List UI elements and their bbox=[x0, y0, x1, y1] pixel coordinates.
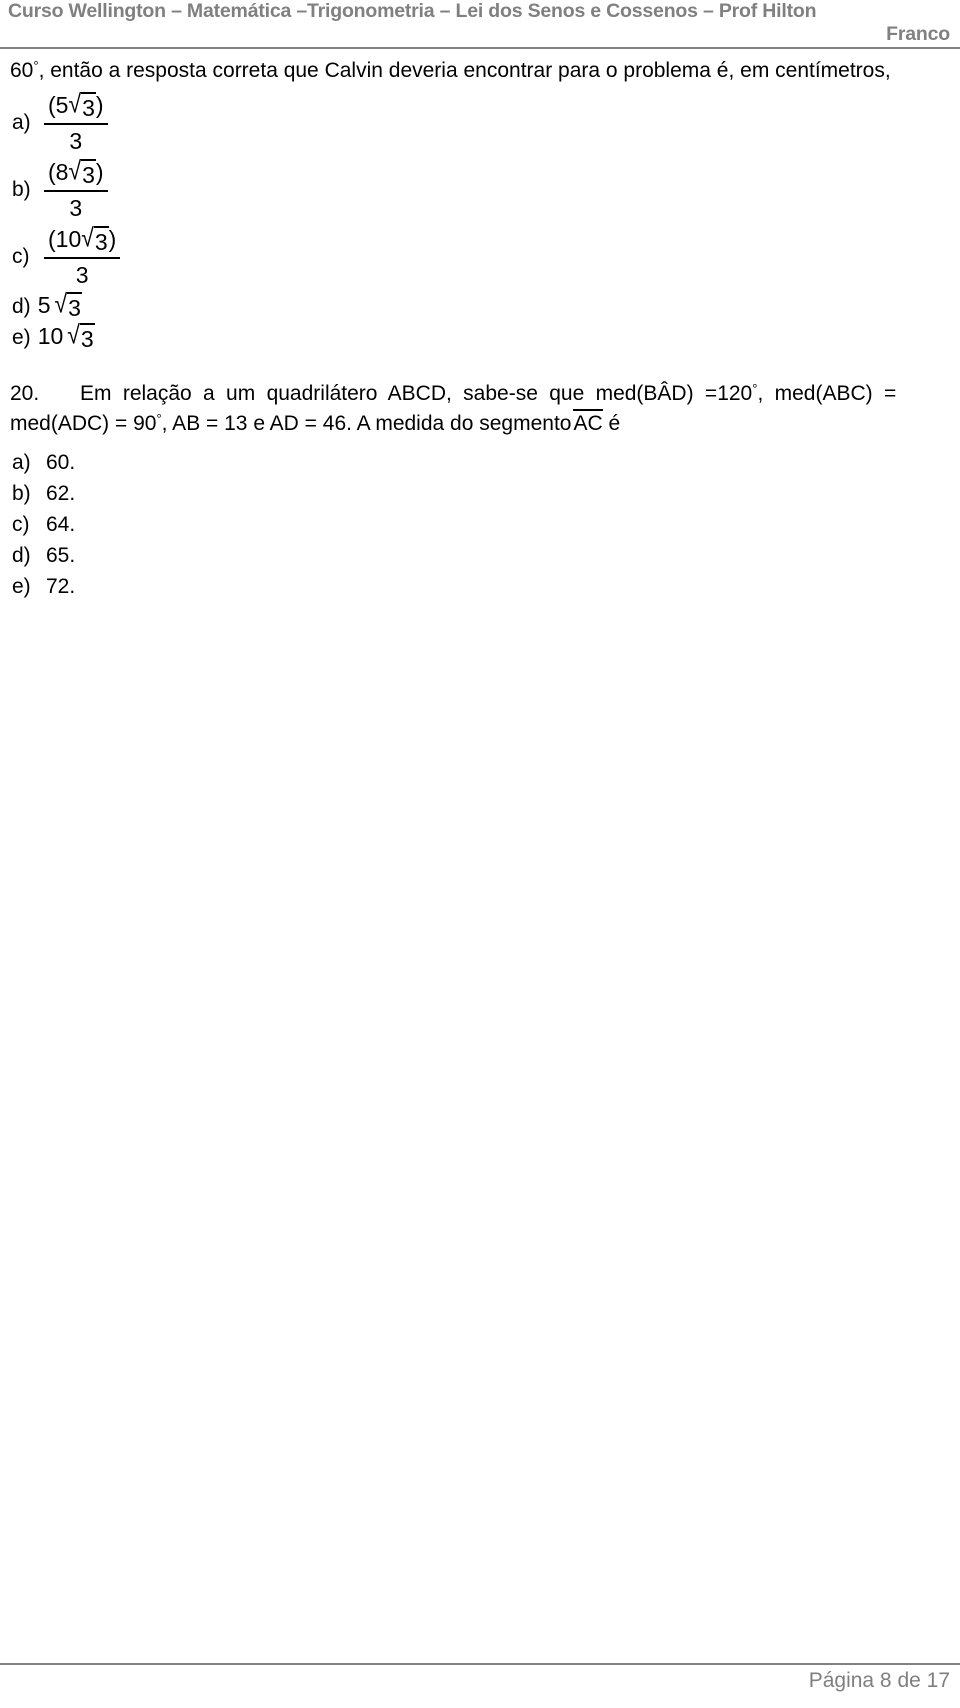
alternative-b-numerator: (8 √ 3) bbox=[44, 155, 108, 190]
alternative-a-letter: a) bbox=[12, 111, 31, 134]
alternative-a-radical: √ 3 bbox=[68, 88, 96, 122]
header-divider bbox=[0, 47, 960, 49]
alternative-d[interactable]: d) 5 √ 3 bbox=[10, 288, 950, 322]
radical-sign-icon: √ bbox=[68, 155, 82, 185]
radical-sign-icon: √ bbox=[81, 222, 94, 252]
alternative-c[interactable]: c) (10 √ 3) 3 bbox=[10, 222, 950, 290]
alternative-c-denominator: 3 bbox=[75, 262, 89, 288]
question-20-number: 20. bbox=[10, 382, 40, 405]
alternative-c-numerator-prefix: (10 bbox=[48, 226, 82, 252]
q20-alternative-a-letter: a) bbox=[12, 451, 31, 474]
alternative-c-radicand: 3 bbox=[93, 226, 109, 256]
q20-alternative-a-value: 60. bbox=[46, 451, 76, 474]
question-20-line-2-part-a: med(ADC) = 90 bbox=[10, 412, 157, 435]
q20-alternative-b[interactable]: b) 62. bbox=[12, 478, 950, 509]
question-20-line-1: 20. Em relação a um quadrilátero ABCD, sa… bbox=[10, 379, 950, 409]
page-number: Página 8 de 17 bbox=[808, 1669, 950, 1692]
alternative-b-radicand: 3 bbox=[81, 159, 96, 189]
alternative-a-fraction: (5 √ 3) 3 bbox=[44, 88, 108, 156]
alternative-e-letter: e) bbox=[12, 326, 31, 349]
q20-alternative-e-value: 72. bbox=[46, 575, 76, 598]
q20-alternative-c-letter: c) bbox=[12, 513, 30, 536]
alternative-b-fraction: (8 √ 3) 3 bbox=[44, 155, 108, 223]
alternative-b[interactable]: b) (8 √ 3) 3 bbox=[10, 155, 950, 223]
alternative-c-fraction: (10 √ 3) 3 bbox=[44, 222, 121, 290]
q20-alternative-d-letter: d) bbox=[12, 544, 31, 567]
alternative-e[interactable]: e) 10 √ 3 bbox=[10, 319, 950, 353]
q20-alternative-b-letter: b) bbox=[12, 482, 31, 505]
alternative-d-coefficient: 5 bbox=[37, 292, 51, 318]
q20-alternative-d[interactable]: d) 65. bbox=[12, 540, 950, 571]
segment-ac-label: AC bbox=[573, 409, 603, 437]
question-19-alternatives: a) (5 √ 3) 3 b) (8 √ 3) 3 c) (10 √ 3) 3… bbox=[10, 88, 950, 353]
question-19-tail-body: , então a resposta correta que Calvin de… bbox=[38, 59, 891, 82]
question-20: 20. Em relação a um quadrilátero ABCD, sa… bbox=[10, 379, 950, 602]
document-header: Curso Wellington – Matemática –Trigonome… bbox=[0, 0, 960, 46]
alternative-c-numerator: (10 √ 3) bbox=[44, 222, 120, 257]
alternative-d-letter: d) bbox=[12, 295, 31, 318]
alternative-a-radicand: 3 bbox=[81, 92, 96, 122]
alternative-c-letter: c) bbox=[12, 245, 30, 268]
alternative-d-radical: √ 3 bbox=[54, 288, 82, 322]
alternative-b-numerator-suffix: ) bbox=[95, 159, 104, 185]
document-footer: Página 8 de 17 bbox=[0, 1668, 960, 1694]
question-20-line-2: med(ADC) = 90°, AB = 13 e AD = 46. A med… bbox=[10, 409, 950, 439]
alternative-b-denominator: 3 bbox=[69, 195, 83, 221]
q20-alternative-c[interactable]: c) 64. bbox=[12, 509, 950, 540]
question-19-lead-value: 60 bbox=[10, 59, 34, 82]
q20-alternative-e-letter: e) bbox=[12, 575, 31, 598]
question-20-line-2-part-c: é bbox=[608, 412, 621, 435]
document-page: Curso Wellington – Matemática –Trigonome… bbox=[0, 0, 960, 1708]
question-20-alternatives: a) 60. b) 62. c) 64. d) 65. e) 72. bbox=[10, 447, 950, 602]
q20-alternative-d-value: 65. bbox=[46, 544, 76, 567]
alternative-a-numerator: (5 √ 3) bbox=[44, 88, 108, 123]
question-19-tail-text: 60°, então a resposta correta que Calvin… bbox=[10, 56, 950, 86]
alternative-e-radical: √ 3 bbox=[67, 319, 95, 353]
alternative-e-radicand: 3 bbox=[79, 323, 95, 353]
alternative-d-value: 5 √ 3 bbox=[37, 288, 82, 322]
footer-divider bbox=[0, 1663, 960, 1665]
alternative-e-value: 10 √ 3 bbox=[37, 319, 95, 353]
q20-alternative-e[interactable]: e) 72. bbox=[12, 571, 950, 602]
alternative-d-radicand: 3 bbox=[67, 292, 82, 322]
alternative-b-radical: √ 3 bbox=[68, 155, 96, 189]
q20-alternative-a[interactable]: a) 60. bbox=[12, 447, 950, 478]
alternative-a[interactable]: a) (5 √ 3) 3 bbox=[10, 88, 950, 156]
alternative-a-numerator-prefix: (5 bbox=[48, 92, 69, 118]
alternative-a-numerator-suffix: ) bbox=[95, 92, 104, 118]
radical-sign-icon: √ bbox=[67, 319, 80, 349]
q20-alternative-b-value: 62. bbox=[46, 482, 76, 505]
header-title-line-1: Curso Wellington – Matemática –Trigonome… bbox=[8, 0, 817, 22]
document-content: 60°, então a resposta correta que Calvin… bbox=[0, 56, 960, 602]
alternative-b-letter: b) bbox=[12, 178, 31, 201]
radical-sign-icon: √ bbox=[54, 288, 68, 318]
alternative-e-coefficient: 10 bbox=[37, 323, 64, 349]
alternative-b-numerator-prefix: (8 bbox=[48, 159, 69, 185]
q20-alternative-c-value: 64. bbox=[46, 513, 76, 536]
alternative-c-numerator-suffix: ) bbox=[108, 226, 117, 252]
question-20-line-1-end: , med(ABC) = bbox=[757, 382, 897, 405]
alternative-c-radical: √ 3 bbox=[81, 222, 109, 256]
radical-sign-icon: √ bbox=[68, 88, 82, 118]
alternative-a-denominator: 3 bbox=[69, 128, 83, 154]
header-title-line-2: Franco bbox=[886, 23, 950, 45]
question-20-line-2-part-b: , AB = 13 e AD = 46. A medida do segment… bbox=[161, 412, 572, 435]
question-20-line-1-text: Em relação a um quadrilátero ABCD, sabe-… bbox=[80, 382, 753, 405]
